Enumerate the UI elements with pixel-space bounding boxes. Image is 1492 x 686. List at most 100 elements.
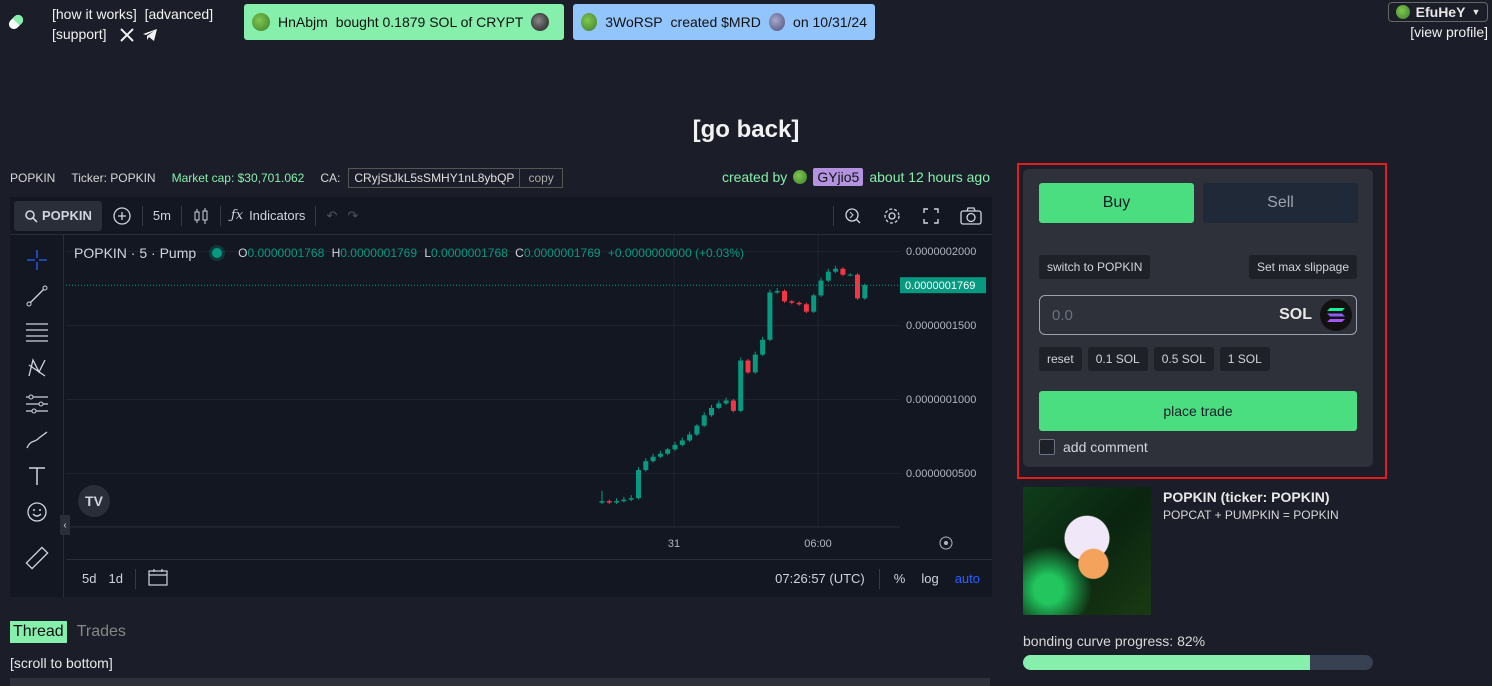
solana-icon <box>1320 299 1352 331</box>
chart-type-button[interactable] <box>182 197 220 234</box>
copy-button[interactable]: copy <box>519 169 561 187</box>
y-tick-label: 0.0000001000 <box>906 394 976 406</box>
settings-button[interactable] <box>872 197 912 234</box>
candle <box>636 470 641 499</box>
fib-tool[interactable] <box>25 321 49 343</box>
gear-icon <box>884 207 900 224</box>
quick-amount-1[interactable]: 1 SOL <box>1219 347 1270 371</box>
candle <box>833 268 839 272</box>
screenshot-button[interactable] <box>950 197 992 234</box>
candle <box>665 449 671 454</box>
bonding-curve-fill <box>1023 655 1310 670</box>
candle <box>847 274 853 276</box>
ticker-buy-notification[interactable]: HnAbjm bought 0.1879 SOL of CRYPT <box>244 4 564 40</box>
goto-date-button[interactable] <box>142 568 174 589</box>
undo-button[interactable]: ↶ <box>316 197 347 234</box>
candle <box>774 290 780 293</box>
collapse-toolbar-icon[interactable]: ‹ <box>60 515 70 535</box>
quick-search-button[interactable] <box>834 197 872 234</box>
interval-button[interactable]: 5m <box>143 197 181 234</box>
search-icon <box>25 209 38 223</box>
candle <box>840 268 846 275</box>
candle <box>723 400 729 404</box>
scroll-to-bottom-link[interactable]: [scroll to bottom] <box>10 655 113 671</box>
text-tool[interactable] <box>25 465 49 487</box>
candle <box>760 339 766 355</box>
redo-button[interactable]: ↷ <box>347 197 368 234</box>
pattern-tool[interactable] <box>25 357 49 379</box>
tab-thread[interactable]: Thread <box>10 621 67 643</box>
fullscreen-button[interactable] <box>912 197 950 234</box>
candle <box>643 461 649 471</box>
candle <box>730 400 736 411</box>
quick-search-icon <box>845 207 861 223</box>
brush-tool[interactable] <box>25 429 49 451</box>
candle <box>694 425 700 435</box>
sell-tab[interactable]: Sell <box>1203 183 1358 223</box>
advanced-link[interactable]: [advanced] <box>145 6 214 22</box>
support-link[interactable]: [support] <box>52 26 106 42</box>
reset-button[interactable]: reset <box>1039 347 1082 371</box>
open-value: 0.0000001768 <box>247 246 325 260</box>
candle <box>606 501 612 503</box>
candle <box>650 456 656 462</box>
percent-toggle[interactable]: % <box>888 571 912 586</box>
ticker-date: on 10/31/24 <box>793 14 867 30</box>
chart-toolbar: POPKIN 5m ƒx Indicators ↶ ↷ <box>10 197 992 235</box>
user-avatar <box>1395 5 1410 19</box>
switch-token-button[interactable]: switch to POPKIN <box>1039 255 1151 279</box>
tradingview-logo[interactable]: TV <box>78 485 110 517</box>
username: EfuHeY <box>1415 4 1466 20</box>
clock[interactable]: 07:26:57 (UTC) <box>769 571 871 586</box>
candle <box>752 354 758 373</box>
auto-toggle[interactable]: auto <box>949 571 986 586</box>
max-slippage-button[interactable]: Set max slippage <box>1248 255 1357 279</box>
created-by: created by GYjio5 about 12 hours ago <box>722 168 990 186</box>
creator-link[interactable]: GYjio5 <box>813 168 864 186</box>
trendline-tool[interactable] <box>25 285 49 307</box>
add-comment-checkbox[interactable] <box>1039 439 1055 455</box>
candle <box>855 274 860 299</box>
price-chart[interactable]: 0.0000002000 0.0000001500 0.0000001000 0.00… <box>60 235 992 559</box>
go-back-label[interactable]: [go back] <box>693 116 800 143</box>
ticker-create-notification[interactable]: 3WoRSP created $MRD on 10/31/24 <box>573 4 875 40</box>
chevron-down-icon: ▼ <box>1471 7 1481 17</box>
crosshair-tool[interactable] <box>25 249 49 271</box>
candlestick-chart[interactable]: 0.0000002000 0.0000001500 0.0000001000 0.00… <box>66 235 992 559</box>
contract-address[interactable]: CRyjStJkL5sSMHY1nL8ybQP <box>349 169 519 187</box>
user-avatar <box>581 13 598 31</box>
candle <box>716 403 722 408</box>
brush-icon <box>25 431 47 449</box>
place-trade-button[interactable]: place trade <box>1039 391 1357 431</box>
how-it-works-link[interactable]: [how it works] <box>52 6 137 22</box>
created-ago: about 12 hours ago <box>869 169 990 185</box>
buy-tab[interactable]: Buy <box>1039 183 1194 223</box>
pill-logo-icon[interactable] <box>4 10 28 34</box>
quick-amount-0-5[interactable]: 0.5 SOL <box>1153 347 1214 371</box>
symbol-label: POPKIN <box>42 208 92 223</box>
go-back-link[interactable]: [go back] <box>0 116 1492 144</box>
currency-label: SOL <box>1279 306 1312 323</box>
compare-button[interactable] <box>102 197 142 234</box>
indicators-button[interactable]: ƒx Indicators <box>221 197 316 234</box>
view-profile-link[interactable]: [view profile] <box>1410 24 1488 40</box>
user-menu-button[interactable]: EfuHeY ▼ <box>1388 2 1488 22</box>
amount-input[interactable] <box>1052 306 1280 324</box>
crosshair-icon <box>26 250 47 270</box>
range-1d[interactable]: 1d <box>102 571 128 586</box>
live-indicator-icon <box>212 248 223 258</box>
telegram-icon[interactable] <box>142 28 158 42</box>
ruler-tool[interactable] <box>24 546 49 570</box>
candle <box>862 285 868 299</box>
amount-input-wrapper: SOL <box>1039 295 1357 335</box>
low-value: 0.0000001768 <box>431 246 508 260</box>
quick-amount-0-1[interactable]: 0.1 SOL <box>1087 347 1148 371</box>
add-comment-option[interactable]: add comment <box>1039 439 1148 455</box>
tab-trades[interactable]: Trades <box>77 621 126 643</box>
x-twitter-icon[interactable] <box>120 28 135 43</box>
prediction-tool[interactable] <box>25 393 49 415</box>
log-toggle[interactable]: log <box>915 571 944 586</box>
emoji-tool[interactable] <box>25 501 49 523</box>
range-5d[interactable]: 5d <box>76 571 102 586</box>
symbol-search[interactable]: POPKIN <box>14 200 102 231</box>
